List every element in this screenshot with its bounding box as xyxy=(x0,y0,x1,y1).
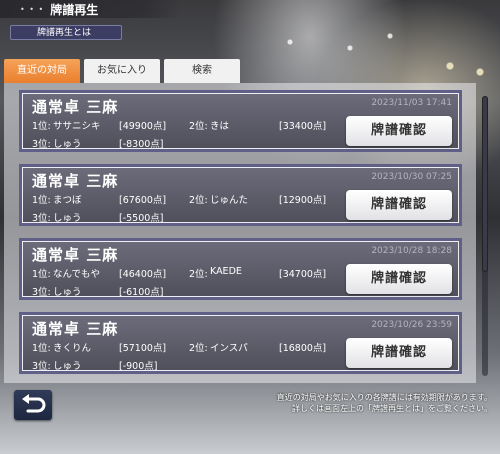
record-card: 通常卓 三麻 2023/11/03 17:41 1位: ササニシキ [49900… xyxy=(19,90,462,152)
rank-1-label: 1位: xyxy=(32,343,51,354)
player-1-score: [46400点] xyxy=(119,269,167,280)
rank-3-label: 3位: xyxy=(32,287,51,298)
record-card-body: 通常卓 三麻 2023/11/03 17:41 1位: ササニシキ [49900… xyxy=(23,94,458,150)
notice-line-1: 直近の対局やお気に入りの各牌譜には有効期限があります。 xyxy=(276,393,492,402)
records-scrollbar[interactable] xyxy=(482,96,488,376)
record-card-body: 通常卓 三麻 2023/10/26 23:59 1位: きくりん [57100点… xyxy=(23,316,458,372)
record-title: 通常卓 三麻 xyxy=(32,98,119,116)
record-card: 通常卓 三麻 2023/10/30 07:25 1位: まつぼ [67600点]… xyxy=(19,164,462,226)
player-3-name: しゅう xyxy=(53,139,82,150)
player-1-name: なんでもや xyxy=(53,269,101,280)
rank-2-label: 2位: xyxy=(189,195,208,206)
help-button[interactable]: 牌譜再生とは xyxy=(10,25,122,40)
view-record-button[interactable]: 牌譜確認 xyxy=(346,264,452,294)
view-record-button[interactable]: 牌譜確認 xyxy=(346,338,452,368)
rank-2-label: 2位: xyxy=(189,121,208,132)
player-2-name: インスパ xyxy=(210,343,248,354)
back-arrow-icon xyxy=(22,394,46,413)
record-card-body: 通常卓 三麻 2023/10/30 07:25 1位: まつぼ [67600点]… xyxy=(23,168,458,224)
player-3-score: [-900点] xyxy=(119,361,158,372)
view-record-button[interactable]: 牌譜確認 xyxy=(346,190,452,220)
record-card-body: 通常卓 三麻 2023/10/28 18:28 1位: なんでもや [46400… xyxy=(23,242,458,298)
record-date: 2023/10/28 18:28 xyxy=(371,246,452,256)
player-1-score: [49900点] xyxy=(119,121,167,132)
record-title: 通常卓 三麻 xyxy=(32,320,119,338)
player-2-score: [16800点] xyxy=(279,343,327,354)
scrollbar-thumb[interactable] xyxy=(482,96,488,272)
view-record-button[interactable]: 牌譜確認 xyxy=(346,116,452,146)
rank-2-label: 2位: xyxy=(189,343,208,354)
record-date: 2023/11/03 17:41 xyxy=(371,98,452,108)
page-title: 牌譜再生 xyxy=(50,2,99,17)
player-2-score: [34700点] xyxy=(279,269,327,280)
header-bar: • • • 牌譜再生 xyxy=(0,0,180,18)
player-3-name: しゅう xyxy=(53,213,82,224)
rank-1-label: 1位: xyxy=(32,195,51,206)
player-3-name: しゅう xyxy=(53,287,82,298)
back-button[interactable] xyxy=(14,390,52,420)
player-3-score: [-8300点] xyxy=(119,139,164,150)
record-card: 通常卓 三麻 2023/10/28 18:28 1位: なんでもや [46400… xyxy=(19,238,462,300)
tab-search[interactable]: 検索 xyxy=(164,59,240,83)
expiry-notice: 直近の対局やお気に入りの各牌譜には有効期限があります。 詳しくは画面左上の「牌譜… xyxy=(192,392,492,414)
player-2-name: きは xyxy=(210,121,230,132)
record-title: 通常卓 三麻 xyxy=(32,172,119,190)
rank-1-label: 1位: xyxy=(32,121,51,132)
player-2-score: [12900点] xyxy=(279,195,327,206)
tab-bar: 直近の対局 お気に入り 検索 xyxy=(4,59,244,83)
player-1-name: ササニシキ xyxy=(53,121,101,132)
player-1-name: まつぼ xyxy=(53,195,82,206)
player-1-score: [57100点] xyxy=(119,343,167,354)
tab-favorites[interactable]: お気に入り xyxy=(84,59,160,83)
record-card: 通常卓 三麻 2023/10/26 23:59 1位: きくりん [57100点… xyxy=(19,312,462,374)
rank-3-label: 3位: xyxy=(32,213,51,224)
player-3-score: [-6100点] xyxy=(119,287,164,298)
record-date: 2023/10/26 23:59 xyxy=(371,320,452,330)
record-date: 2023/10/30 07:25 xyxy=(371,172,452,182)
rank-3-label: 3位: xyxy=(32,139,51,150)
rank-3-label: 3位: xyxy=(32,361,51,372)
rank-2-label: 2位: xyxy=(189,269,208,280)
player-3-score: [-5500点] xyxy=(119,213,164,224)
record-title: 通常卓 三麻 xyxy=(32,246,119,264)
player-3-name: しゅう xyxy=(53,361,82,372)
player-1-name: きくりん xyxy=(53,343,92,354)
notice-line-2: 詳しくは画面左上の「牌譜再生とは」をご覧ください。 xyxy=(292,404,492,413)
rank-1-label: 1位: xyxy=(32,269,51,280)
player-2-name: じゅんた xyxy=(210,195,249,206)
player-2-score: [33400点] xyxy=(279,121,327,132)
tab-recent[interactable]: 直近の対局 xyxy=(4,59,80,83)
player-1-score: [67600点] xyxy=(119,195,167,206)
player-2-name: KAEDE xyxy=(210,266,242,277)
header-dots-icon: • • • xyxy=(20,4,45,14)
